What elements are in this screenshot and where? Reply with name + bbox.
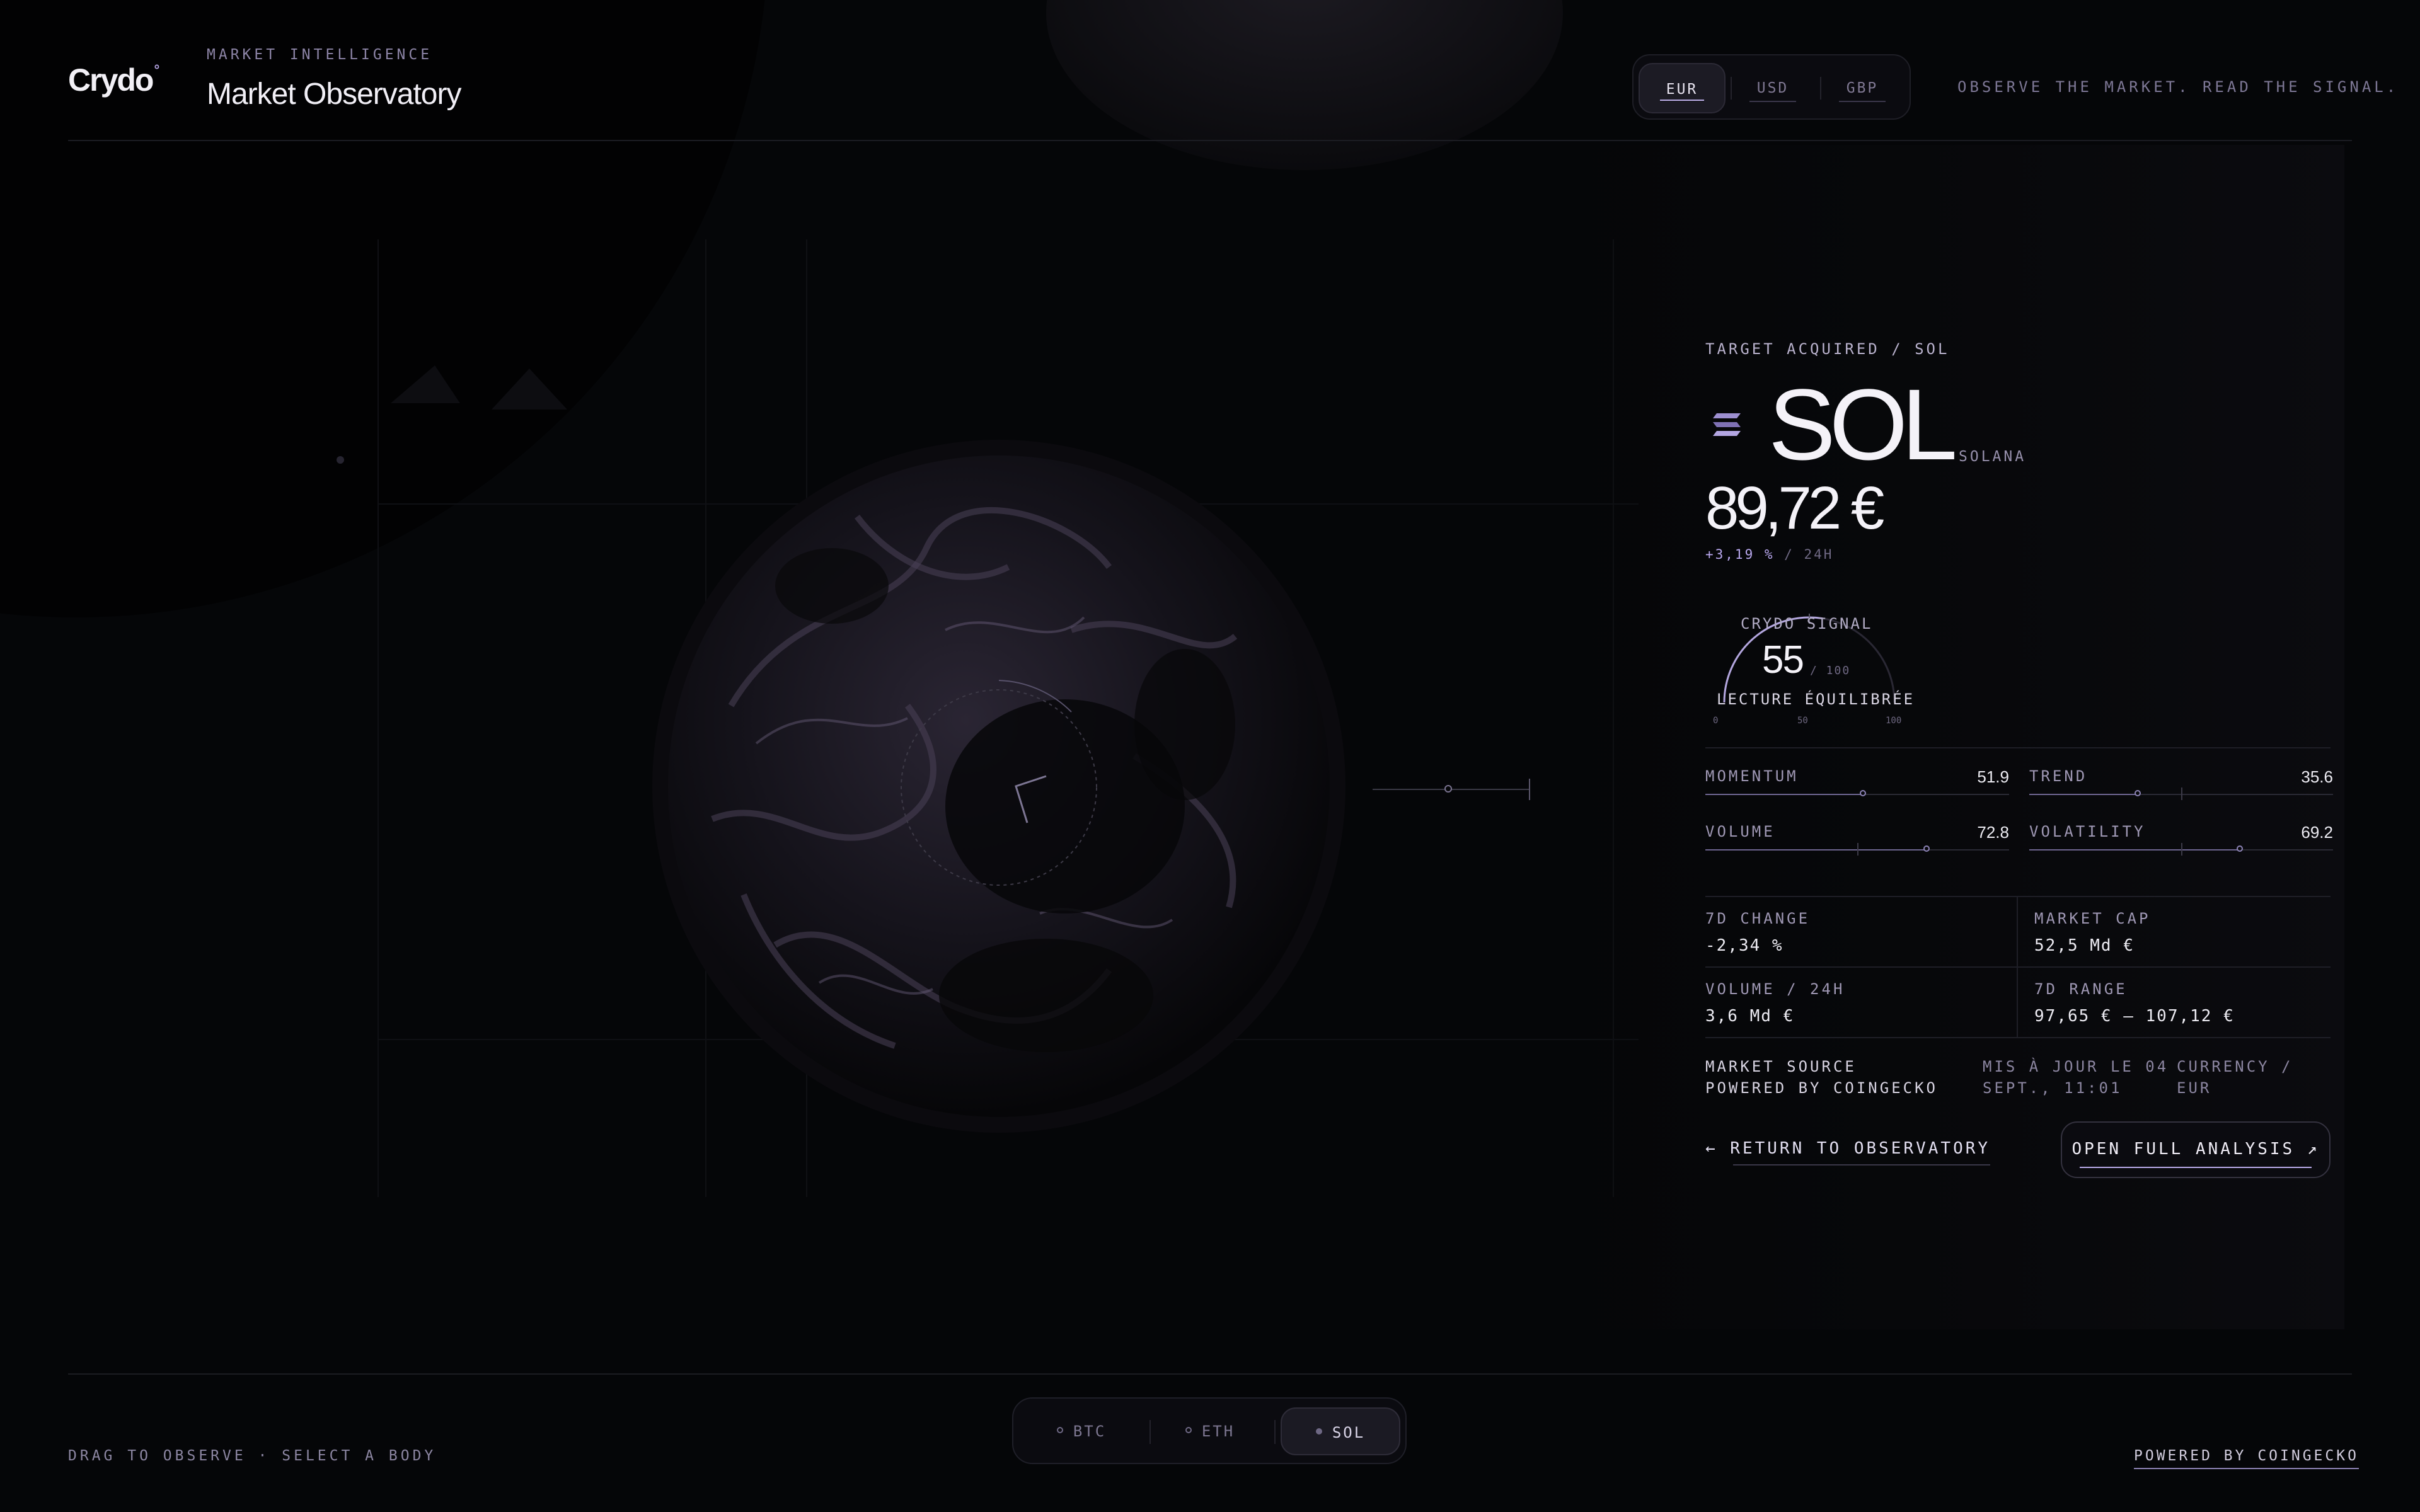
currency-switcher: EUR USD GBP [1632,54,1911,120]
btc-dot-icon [1056,1427,1063,1433]
target-pointer-cap [1529,779,1530,800]
currency-indicator: CURRENCY / EUR [2177,1058,2293,1097]
header-tagline: OBSERVE THE MARKET. READ THE SIGNAL. [1957,78,2399,96]
sol-dot-icon [1315,1428,1322,1435]
currency-gbp-button[interactable]: GBP [1819,63,1906,113]
target-eyebrow: TARGET ACQUIRED / SOL [1705,340,1950,358]
interaction-hint: DRAG TO OBSERVE · SELECT A BODY [68,1448,437,1464]
background-scene [0,0,2344,1329]
stat-7d-range: 7D RANGE 97,65 € – 107,12 € [2034,980,2235,1026]
asset-eth-button[interactable]: ETH [1171,1407,1249,1455]
last-updated: MIS À JOUR LE 04 SEPT., 11:01 [1983,1058,2169,1097]
return-to-observatory-link[interactable]: ← RETURN TO OBSERVATORY [1705,1139,1991,1166]
asset-name: SOLANA [1959,449,2027,465]
asset-price: 89,72 € [1705,474,1884,542]
page-title: Market Observatory [207,77,461,111]
price-change: +3,19 % / 24H [1705,547,1834,562]
open-full-analysis-button[interactable]: OPEN FULL ANALYSIS ↗ [2061,1121,2331,1178]
signal-scale-max: / 100 [1810,664,1851,677]
asset-detail-panel: TARGET ACQUIRED / SOL SOL SOLANA 89,72 €… [1705,340,2333,1178]
stats-divider-mid [1705,966,2331,968]
metric-trend: TREND 35.6 [2029,767,2333,811]
app-logo[interactable]: Crydo° [68,62,159,98]
market-source-label: MARKET SOURCE [1705,1058,1857,1075]
stat-market-cap: MARKET CAP 52,5 Md € [2034,910,2151,955]
stat-volume-24h: VOLUME / 24H 3,6 Md € [1705,980,1845,1026]
powered-by-coingecko-link[interactable]: POWERED BY COINGECKO [2134,1448,2359,1469]
gauge-tick-100: 100 [1886,716,1902,726]
metrics-divider [1705,747,2331,748]
metric-volatility: VOLATILITY 69.2 [2029,823,2333,867]
market-source: MARKET SOURCE POWERED BY COINGECKO [1705,1056,1938,1099]
gauge-tick-50: 50 [1797,716,1808,726]
gauge-tick-0: 0 [1713,716,1719,726]
metric-volume: VOLUME 72.8 [1705,823,2009,867]
header-eyebrow: MARKET INTELLIGENCE [207,47,433,63]
currency-eur-button[interactable]: EUR [1639,63,1726,113]
asset-sol-button[interactable]: SOL [1281,1407,1400,1455]
stats-divider-top [1705,896,2331,897]
currency-usd-button[interactable]: USD [1729,63,1816,113]
market-source-provider: POWERED BY COINGECKO [1705,1079,1938,1097]
footer-divider [68,1373,2352,1375]
metric-momentum: MOMENTUM 51.9 [1705,767,2009,811]
signal-label: CRYDO SIGNAL [1741,615,1873,633]
eth-dot-icon [1185,1427,1192,1433]
asset-selector: BTC ETH SOL [1012,1397,1407,1464]
asset-symbol: SOL [1768,368,1957,481]
stat-7d-change: 7D CHANGE -2,34 % [1705,910,1811,955]
asset-btc-button[interactable]: BTC [1044,1407,1119,1455]
stats-divider-bottom [1705,1037,2331,1038]
target-pointer-node [1444,785,1452,793]
signal-score: 55 [1762,638,1804,682]
header-divider [68,140,2352,141]
logo-mark: ° [154,62,159,78]
signal-reading: LECTURE ÉQUILIBRÉE [1717,690,1915,708]
solana-icon [1713,413,1741,436]
stats-column-divider [2017,897,2018,1038]
